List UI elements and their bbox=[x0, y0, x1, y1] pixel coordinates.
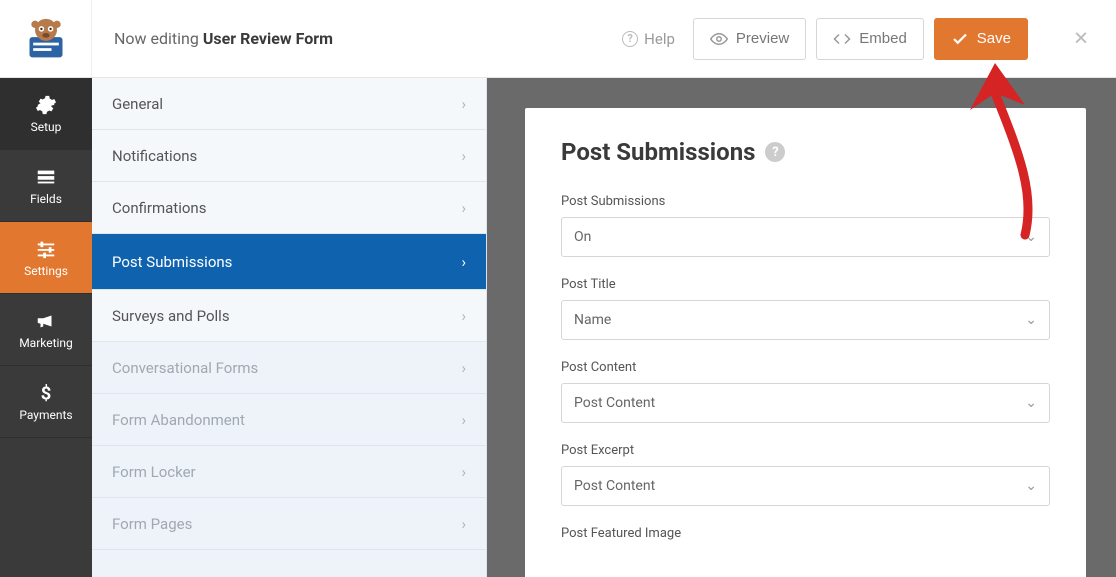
select-value: Name bbox=[574, 312, 611, 328]
chevron-down-icon: ⌄ bbox=[1025, 478, 1037, 494]
close-button[interactable] bbox=[1046, 0, 1116, 77]
settings-item-surveys-polls[interactable]: Surveys and Polls › bbox=[92, 290, 486, 342]
select-value: On bbox=[574, 229, 591, 245]
nav-setup[interactable]: Setup bbox=[0, 78, 92, 150]
chevron-right-icon: › bbox=[461, 359, 466, 377]
help-label: Help bbox=[644, 30, 675, 48]
settings-item-conversational-forms[interactable]: Conversational Forms › bbox=[92, 342, 486, 394]
nav-payments[interactable]: $ Payments bbox=[0, 366, 92, 438]
code-icon bbox=[833, 30, 851, 48]
page-title: Now editing User Review Form bbox=[92, 29, 333, 48]
list-icon bbox=[35, 166, 57, 188]
settings-item-label: Conversational Forms bbox=[112, 359, 258, 377]
preview-panel: Post Submissions ? Post Submissions On ⌄… bbox=[525, 108, 1086, 577]
settings-item-confirmations[interactable]: Confirmations › bbox=[92, 182, 486, 234]
dollar-icon: $ bbox=[35, 382, 57, 404]
settings-item-form-abandonment[interactable]: Form Abandonment › bbox=[92, 394, 486, 446]
gear-icon bbox=[35, 94, 57, 116]
chevron-right-icon: › bbox=[461, 411, 466, 429]
settings-item-label: General bbox=[112, 95, 163, 113]
settings-item-general[interactable]: General › bbox=[92, 78, 486, 130]
field-post-excerpt: Post Excerpt Post Content ⌄ bbox=[561, 443, 1050, 506]
chevron-right-icon: › bbox=[461, 515, 466, 533]
help-link[interactable]: ? Help bbox=[622, 30, 675, 48]
settings-item-label: Form Locker bbox=[112, 463, 196, 481]
preview-button[interactable]: Preview bbox=[693, 18, 806, 60]
save-label: Save bbox=[977, 30, 1011, 47]
field-label: Post Excerpt bbox=[561, 443, 1050, 458]
top-actions: ? Help Preview Embed Save bbox=[622, 18, 1046, 60]
select-post-content[interactable]: Post Content ⌄ bbox=[561, 383, 1050, 423]
check-icon bbox=[951, 30, 969, 48]
top-bar: Now editing User Review Form ? Help Prev… bbox=[0, 0, 1116, 78]
select-value: Post Content bbox=[574, 478, 655, 494]
field-post-featured-image: Post Featured Image bbox=[561, 526, 1050, 541]
nav-fields[interactable]: Fields bbox=[0, 150, 92, 222]
field-label: Post Featured Image bbox=[561, 526, 1050, 541]
preview-label: Preview bbox=[736, 30, 789, 47]
field-post-submissions: Post Submissions On ⌄ bbox=[561, 194, 1050, 257]
chevron-down-icon: ⌄ bbox=[1025, 229, 1037, 245]
settings-item-label: Form Pages bbox=[112, 515, 192, 533]
editing-prefix: Now editing bbox=[114, 29, 203, 48]
svg-text:$: $ bbox=[41, 383, 52, 404]
select-value: Post Content bbox=[574, 395, 655, 411]
panel-title-text: Post Submissions bbox=[561, 138, 755, 166]
megaphone-icon bbox=[35, 310, 57, 332]
settings-item-label: Surveys and Polls bbox=[112, 307, 230, 325]
nav-marketing[interactable]: Marketing bbox=[0, 294, 92, 366]
help-icon: ? bbox=[622, 31, 638, 47]
select-post-title[interactable]: Name ⌄ bbox=[561, 300, 1050, 340]
field-label: Post Content bbox=[561, 360, 1050, 375]
left-nav: Setup Fields Settings Marketing $ Paymen… bbox=[0, 78, 92, 577]
preview-area: Post Submissions ? Post Submissions On ⌄… bbox=[487, 78, 1116, 577]
nav-settings-label: Settings bbox=[24, 264, 68, 278]
settings-item-label: Post Submissions bbox=[112, 253, 232, 271]
select-post-submissions[interactable]: On ⌄ bbox=[561, 217, 1050, 257]
chevron-down-icon: ⌄ bbox=[1025, 395, 1037, 411]
chevron-right-icon: › bbox=[461, 463, 466, 481]
embed-label: Embed bbox=[859, 30, 907, 47]
save-button[interactable]: Save bbox=[934, 18, 1028, 60]
settings-item-label: Form Abandonment bbox=[112, 411, 245, 429]
chevron-right-icon: › bbox=[461, 147, 466, 165]
chevron-right-icon: › bbox=[461, 199, 466, 217]
nav-marketing-label: Marketing bbox=[19, 336, 73, 350]
chevron-right-icon: › bbox=[461, 95, 466, 113]
settings-item-label: Notifications bbox=[112, 147, 197, 165]
close-icon bbox=[1070, 28, 1092, 50]
wpforms-logo-icon bbox=[24, 17, 68, 61]
settings-item-notifications[interactable]: Notifications › bbox=[92, 130, 486, 182]
chevron-right-icon: › bbox=[461, 253, 466, 271]
field-post-content: Post Content Post Content ⌄ bbox=[561, 360, 1050, 423]
settings-item-form-locker[interactable]: Form Locker › bbox=[92, 446, 486, 498]
logo-box bbox=[0, 0, 92, 77]
eye-icon bbox=[710, 30, 728, 48]
settings-item-post-submissions[interactable]: Post Submissions › bbox=[92, 234, 486, 290]
main-body: Setup Fields Settings Marketing $ Paymen… bbox=[0, 78, 1116, 577]
help-tooltip-icon[interactable]: ? bbox=[765, 142, 785, 162]
settings-column: General › Notifications › Confirmations … bbox=[92, 78, 487, 577]
nav-payments-label: Payments bbox=[19, 408, 72, 422]
settings-item-label: Confirmations bbox=[112, 199, 206, 217]
sliders-icon bbox=[35, 238, 57, 260]
nav-fields-label: Fields bbox=[30, 192, 62, 206]
field-post-title: Post Title Name ⌄ bbox=[561, 277, 1050, 340]
panel-title: Post Submissions ? bbox=[561, 138, 1050, 166]
nav-setup-label: Setup bbox=[31, 120, 62, 134]
embed-button[interactable]: Embed bbox=[816, 18, 924, 60]
select-post-excerpt[interactable]: Post Content ⌄ bbox=[561, 466, 1050, 506]
chevron-down-icon: ⌄ bbox=[1025, 312, 1037, 328]
field-label: Post Title bbox=[561, 277, 1050, 292]
nav-settings[interactable]: Settings bbox=[0, 222, 92, 294]
form-name: User Review Form bbox=[203, 29, 333, 48]
field-label: Post Submissions bbox=[561, 194, 1050, 209]
settings-item-form-pages[interactable]: Form Pages › bbox=[92, 498, 486, 550]
chevron-right-icon: › bbox=[461, 307, 466, 325]
